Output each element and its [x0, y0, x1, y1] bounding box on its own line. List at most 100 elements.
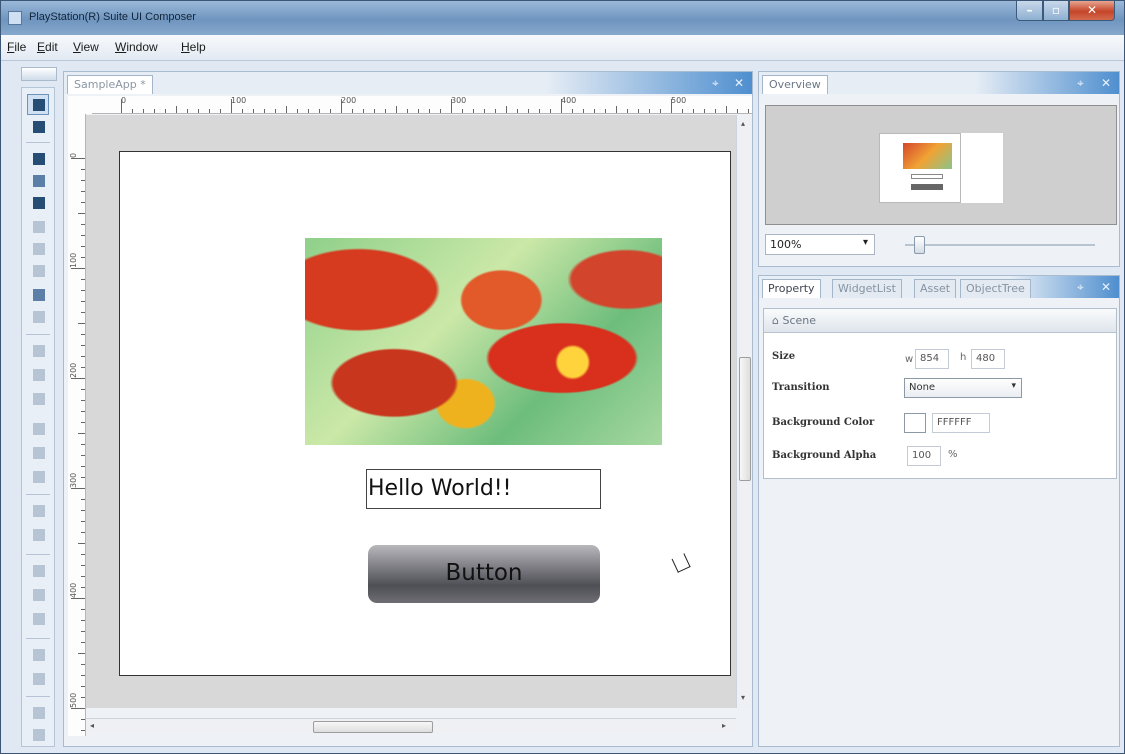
title-bar[interactable]: PlayStation(R) Suite UI Composer – ▫ ✕ [1, 1, 1124, 35]
pane-close-icon[interactable]: ✕ [1101, 76, 1111, 90]
paste-button[interactable] [27, 260, 49, 281]
align-bottom-icon [33, 471, 45, 483]
size-label: Size [772, 351, 796, 362]
select-tool-button[interactable] [27, 94, 49, 115]
tab-property[interactable]: Property [762, 279, 821, 298]
same-width-icon [33, 565, 45, 577]
align-center-button[interactable] [27, 364, 49, 385]
center-h-button[interactable] [27, 644, 49, 665]
align-right-button[interactable] [27, 388, 49, 409]
send-back-icon [33, 729, 45, 741]
design-canvas[interactable]: Hello World!! Button [86, 115, 736, 708]
scroll-up-icon[interactable]: ▴ [741, 119, 745, 128]
scene-section-header[interactable]: ⌂ Scene [764, 309, 1116, 333]
cut-icon [33, 221, 45, 233]
menu-file[interactable]: File [7, 40, 26, 54]
new-button[interactable] [27, 192, 49, 213]
scene-artboard[interactable]: Hello World!! Button [119, 151, 731, 676]
ruler-tick [81, 257, 85, 258]
pin-icon[interactable]: ⌖ [712, 76, 719, 91]
vertical-scrollbar[interactable]: ▴ ▾ [736, 115, 752, 708]
send-back-button[interactable] [27, 724, 49, 745]
ruler-tick [374, 109, 375, 113]
close-button[interactable]: ✕ [1069, 1, 1115, 21]
horizontal-scrollbar[interactable]: ◂ ▸ [86, 718, 736, 734]
distribute-v-button[interactable] [27, 524, 49, 545]
center-v-button[interactable] [27, 668, 49, 689]
menu-help[interactable]: Help [181, 40, 206, 54]
overview-preview[interactable] [765, 105, 1117, 225]
transition-dropdown[interactable]: None ▾ [904, 378, 1022, 398]
open-button[interactable] [27, 170, 49, 191]
close-icon: ✕ [1086, 3, 1098, 17]
zoom-dropdown[interactable]: 100% ▾ [765, 234, 875, 255]
maximize-button[interactable]: ▫ [1043, 1, 1069, 21]
same-size-button[interactable] [27, 608, 49, 629]
ruler-tick [81, 279, 85, 280]
scroll-down-icon[interactable]: ▾ [741, 693, 745, 702]
ruler-tick [78, 653, 85, 654]
ruler-tick [81, 345, 85, 346]
zoom-slider-thumb[interactable] [914, 236, 925, 254]
pin-icon[interactable]: ⌖ [1077, 280, 1084, 295]
pane-close-icon[interactable]: ✕ [734, 76, 744, 90]
tab-overview[interactable]: Overview [762, 75, 828, 94]
background-color-input[interactable]: FFFFFF [932, 413, 990, 433]
save-button[interactable] [27, 148, 49, 169]
copy-button[interactable] [27, 238, 49, 259]
tab-asset[interactable]: Asset [914, 279, 957, 298]
align-middle-icon [33, 447, 45, 459]
scroll-right-icon[interactable]: ▸ [722, 721, 726, 730]
tab-sampleapp[interactable]: SampleApp * [67, 75, 153, 94]
save-icon [33, 153, 45, 165]
pin-icon[interactable]: ⌖ [1077, 76, 1084, 91]
zoom-value: 100% [770, 238, 802, 251]
vertical-scroll-thumb[interactable] [739, 357, 751, 481]
menu-edit[interactable]: Edit [37, 40, 58, 54]
menu-window[interactable]: Window [115, 40, 158, 54]
undo-button[interactable] [27, 306, 49, 327]
align-middle-button[interactable] [27, 442, 49, 463]
background-color-swatch[interactable] [904, 413, 926, 433]
same-width-button[interactable] [27, 560, 49, 581]
same-height-button[interactable] [27, 584, 49, 605]
hello-world-label[interactable]: Hello World!! [366, 469, 601, 509]
minimize-button[interactable]: – [1016, 1, 1043, 21]
align-top-button[interactable] [27, 418, 49, 439]
pan-tool-button[interactable] [27, 116, 49, 137]
distribute-h-button[interactable] [27, 500, 49, 521]
ruler-tick [341, 99, 342, 113]
ruler-tick [649, 109, 650, 113]
toolbar-handle[interactable] [21, 67, 57, 81]
align-left-button[interactable] [27, 340, 49, 361]
pane-close-icon[interactable]: ✕ [1101, 280, 1111, 294]
tulip-image-widget[interactable] [305, 238, 662, 445]
ruler-tick [473, 109, 474, 113]
overview-viewport-rect[interactable] [879, 133, 961, 203]
ruler-tick [81, 224, 85, 225]
ruler-tick [81, 367, 85, 368]
horizontal-scroll-thumb[interactable] [313, 721, 433, 733]
ruler-tick [627, 109, 628, 113]
zoom-slider-track[interactable] [905, 244, 1095, 246]
width-input[interactable]: 854 [915, 349, 949, 369]
height-input[interactable]: 480 [971, 349, 1005, 369]
background-alpha-input[interactable]: 100 [907, 446, 941, 466]
ruler-tick [638, 109, 639, 113]
menu-view[interactable]: View [73, 40, 99, 54]
ruler-tick [484, 109, 485, 113]
bring-front-button[interactable] [27, 702, 49, 723]
align-bottom-button[interactable] [27, 466, 49, 487]
cut-button[interactable] [27, 216, 49, 237]
ruler-tick [81, 444, 85, 445]
ruler-tick [81, 554, 85, 555]
toolbar-separator [26, 494, 50, 495]
delete-button[interactable] [27, 284, 49, 305]
tab-widgetlist[interactable]: WidgetList [832, 279, 902, 298]
tab-objecttree[interactable]: ObjectTree [960, 279, 1031, 298]
ruler-tick [71, 268, 85, 269]
ruler-tick [81, 642, 85, 643]
app-icon[interactable] [8, 11, 22, 25]
scroll-left-icon[interactable]: ◂ [90, 721, 94, 730]
scene-button-widget[interactable]: Button [368, 545, 600, 603]
